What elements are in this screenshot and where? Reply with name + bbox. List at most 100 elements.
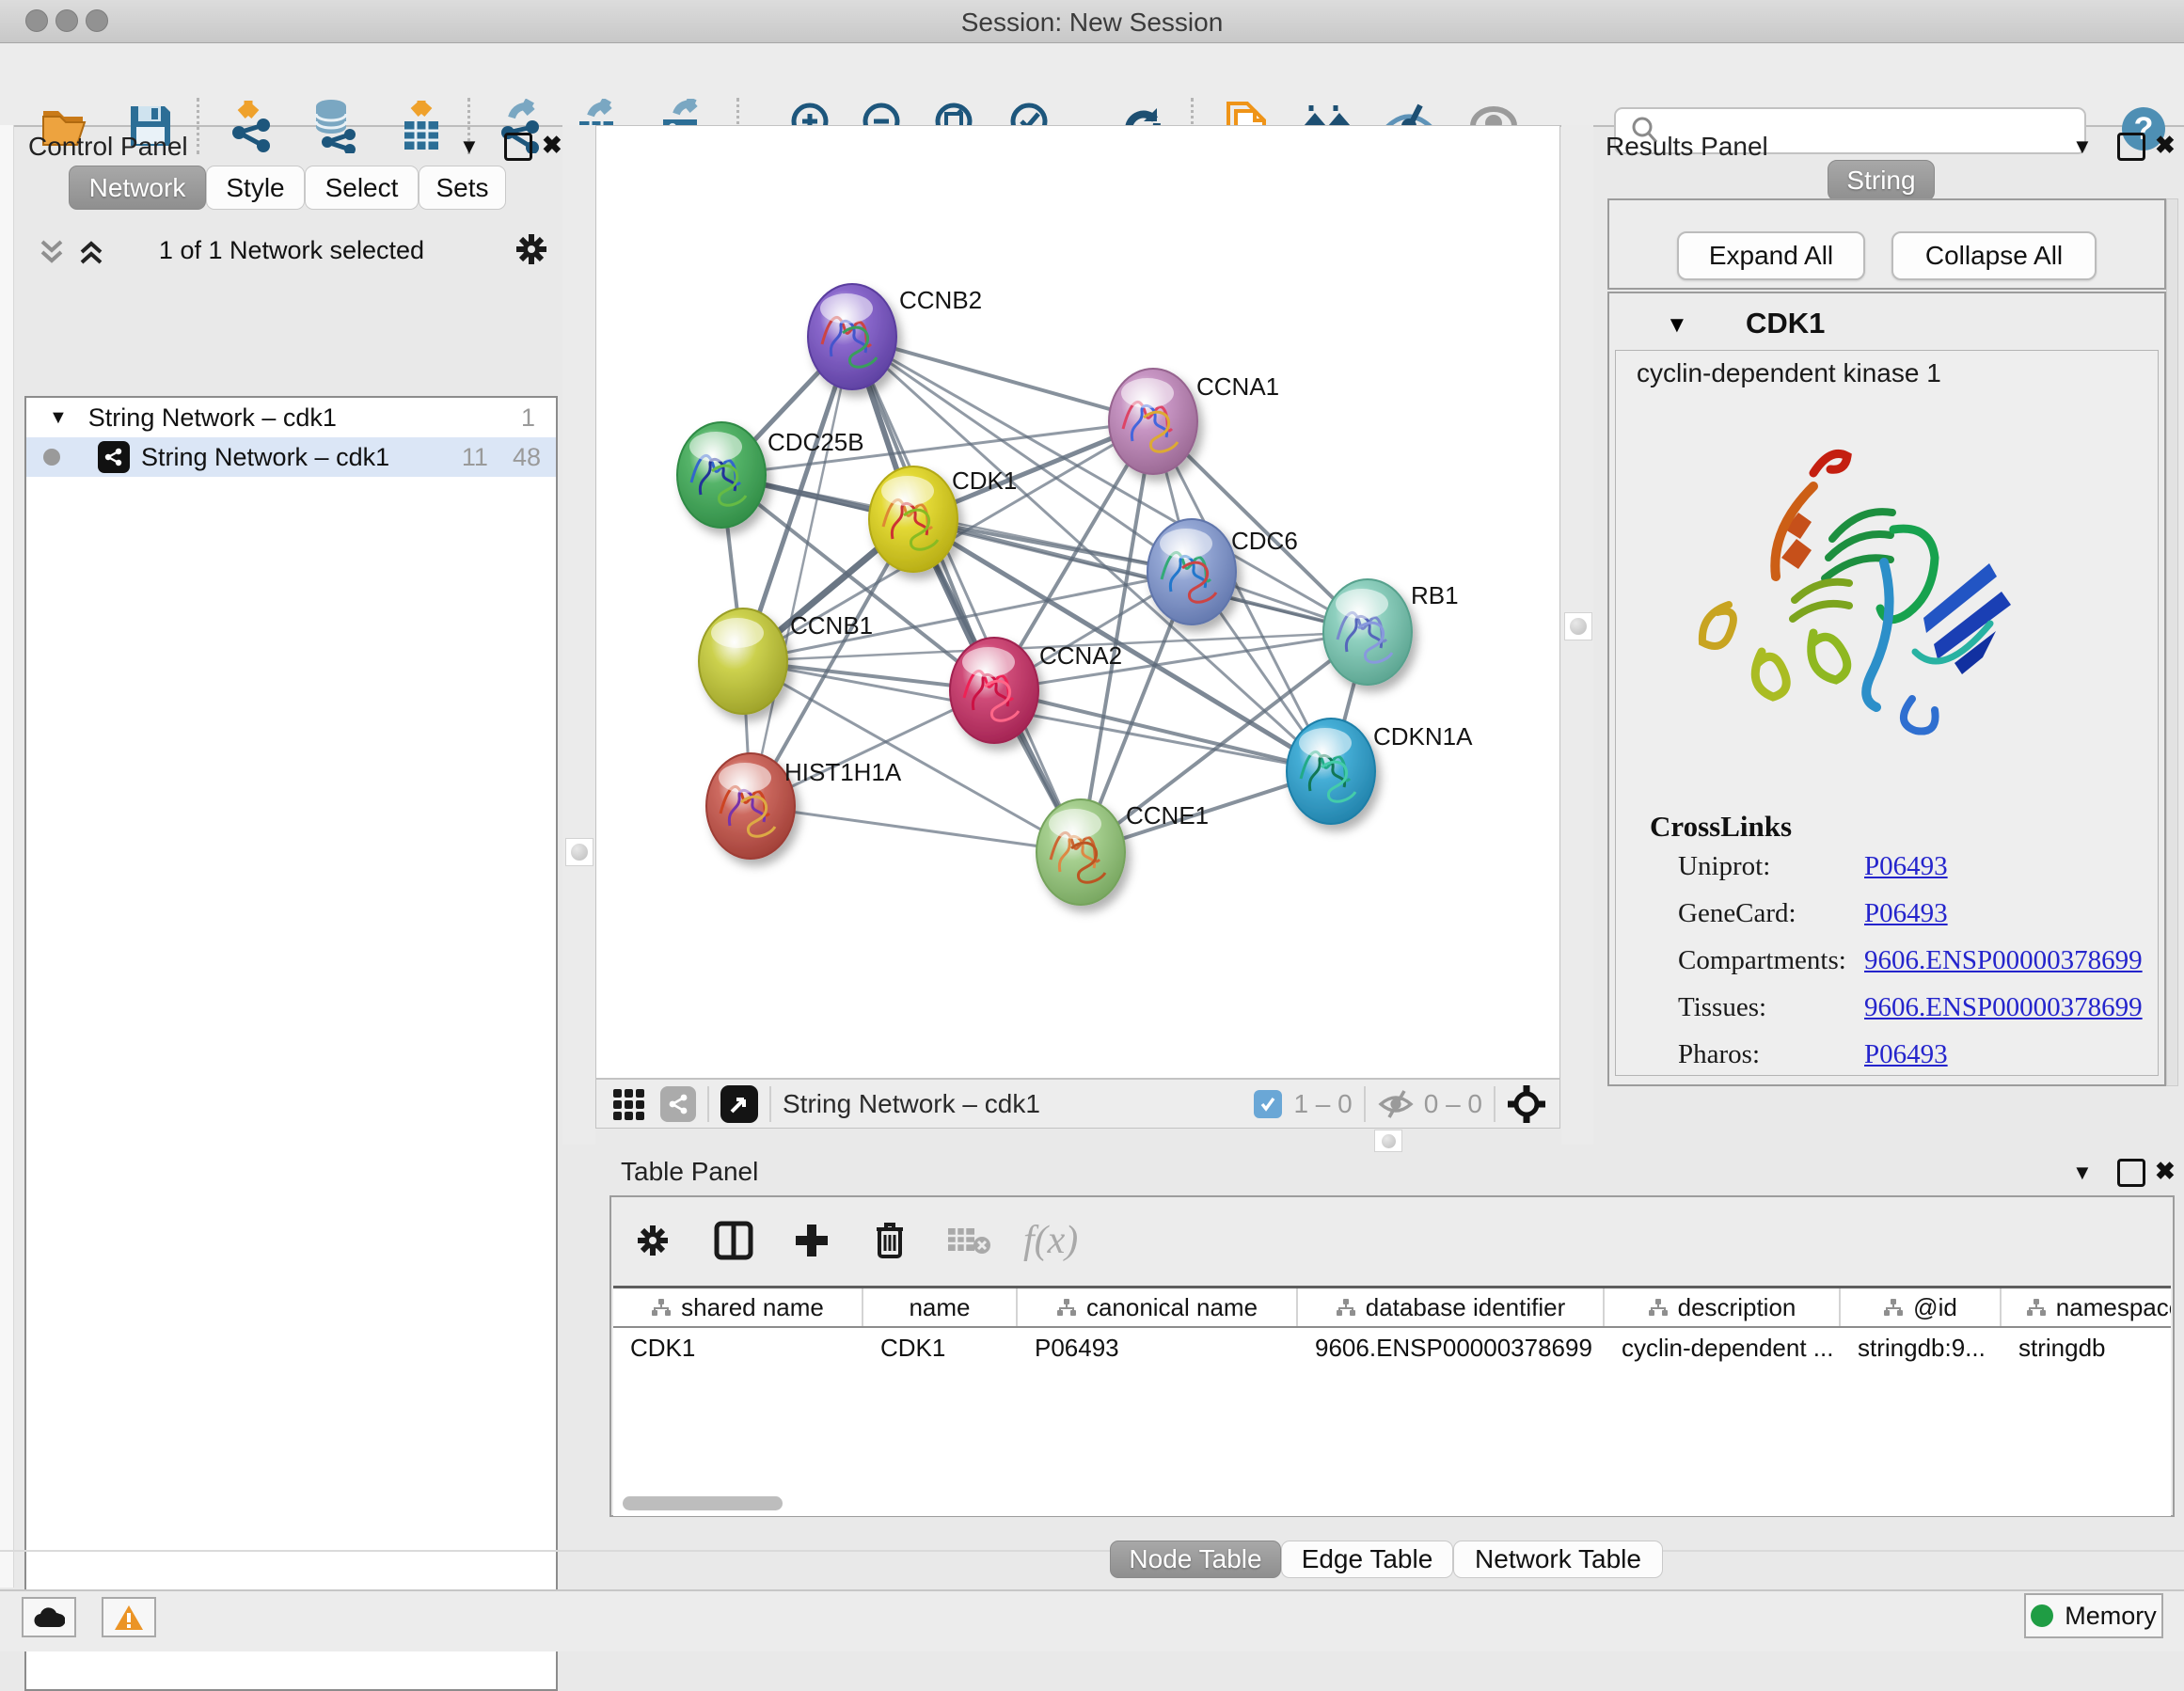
entry-collapse-icon[interactable]: ▼ — [1666, 312, 1688, 339]
table-panel-float-icon[interactable]: ▼ — [2072, 1161, 2093, 1185]
network-node-CDKN1A[interactable] — [1287, 719, 1375, 824]
network-view-title: String Network – cdk1 — [783, 1089, 1040, 1119]
network-node-CCNB2[interactable] — [808, 284, 896, 389]
left-splitter-handle[interactable] — [565, 838, 593, 866]
network-collection-count: 1 — [521, 403, 535, 433]
node-label-CDC25B: CDC25B — [768, 428, 864, 456]
results-panel-float-icon[interactable]: ▼ — [2072, 134, 2093, 159]
expand-all-icon[interactable] — [75, 236, 107, 268]
tab-sets[interactable]: Sets — [419, 166, 506, 210]
table-horizontal-scrollbar[interactable] — [623, 1496, 783, 1510]
column-header-namespace[interactable]: namespace — [2002, 1288, 2171, 1326]
crosslink-value-link[interactable]: 9606.ENSP00000378699 — [1864, 992, 2143, 1023]
table-cell[interactable]: CDK1 — [863, 1334, 1018, 1363]
crosslinks-title: CrossLinks — [1650, 810, 1792, 844]
network-edge-CCNA2-CDKN1A[interactable] — [994, 690, 1331, 771]
column-header-name[interactable]: name — [863, 1288, 1018, 1326]
collapse-all-icon[interactable] — [36, 236, 68, 268]
network-node-CDC25B[interactable] — [677, 422, 766, 528]
hidden-eye-icon[interactable] — [1377, 1088, 1415, 1120]
network-edge-HIST1H1A-CCNE1[interactable] — [751, 806, 1081, 852]
network-options-gear-icon[interactable] — [513, 230, 550, 268]
network-node-CDC6[interactable] — [1147, 519, 1236, 624]
network-collection-row[interactable]: ▼ String Network – cdk1 1 — [26, 398, 556, 437]
table-panel-maximize-icon[interactable] — [2117, 1159, 2145, 1187]
add-column-icon[interactable] — [792, 1221, 831, 1260]
network-edge-count: 48 — [513, 443, 541, 472]
network-node-HIST1H1A[interactable] — [706, 753, 795, 859]
column-header-id[interactable]: @id — [1841, 1288, 2002, 1326]
table-cell[interactable]: CDK1 — [613, 1334, 863, 1363]
crosslink-value-link[interactable]: P06493 — [1864, 1039, 1948, 1070]
network-edge-CCNB2-HIST1H1A[interactable] — [751, 337, 852, 806]
statusbar-separator — [1494, 1086, 1496, 1122]
right-splitter-handle[interactable] — [1564, 612, 1592, 640]
table-row[interactable]: CDK1CDK1P064939606.ENSP00000378699cyclin… — [613, 1328, 2171, 1367]
crosslink-label: GeneCard: — [1678, 898, 1864, 929]
table-cell[interactable]: cyclin-dependent ... — [1605, 1334, 1841, 1363]
control-panel-title: Control Panel — [28, 132, 188, 162]
tab-network-table[interactable]: Network Table — [1453, 1541, 1663, 1578]
entry-body: cyclin-dependent kinase 1 — [1615, 350, 2159, 1076]
results-scrollbar[interactable] — [2166, 198, 2178, 1086]
cloud-button[interactable] — [22, 1597, 76, 1637]
grid-view-icon[interactable] — [611, 1087, 647, 1121]
select-columns-icon[interactable] — [713, 1220, 754, 1261]
results-panel-close-icon[interactable]: ✖ — [2155, 131, 2176, 160]
network-node-CDK1[interactable] — [869, 466, 957, 572]
control-panel-float-icon[interactable]: ▼ — [459, 134, 480, 159]
string-network-graph[interactable]: CCNB2CCNA1CDC25BCDK1CDC6RB1CCNB1CCNA2CDK… — [596, 126, 1559, 1078]
share-view-icon[interactable] — [660, 1086, 696, 1122]
network-row-selected[interactable]: String Network – cdk1 11 48 — [26, 437, 556, 477]
results-panel-maximize-icon[interactable] — [2117, 133, 2145, 161]
network-canvas[interactable]: CCNB2CCNA1CDC25BCDK1CDC6RB1CCNB1CCNA2CDK… — [595, 125, 1560, 1079]
table-cell[interactable]: stringdb — [2002, 1334, 2171, 1363]
node-label-CDC6: CDC6 — [1231, 527, 1298, 555]
crosslink-value-link[interactable]: 9606.ENSP00000378699 — [1864, 945, 2143, 976]
collapse-all-button[interactable]: Collapse All — [1891, 231, 2097, 280]
tab-style[interactable]: Style — [206, 166, 305, 210]
crosslinks-list: Uniprot:P06493GeneCard:P06493Compartment… — [1678, 851, 2148, 1086]
column-header-canonicalname[interactable]: canonical name — [1018, 1288, 1298, 1326]
table-panel-close-icon[interactable]: ✖ — [2155, 1157, 2176, 1186]
crosslink-value-link[interactable]: P06493 — [1864, 898, 1948, 929]
network-node-CCNA2[interactable] — [950, 638, 1038, 743]
control-panel-close-icon[interactable]: ✖ — [542, 131, 562, 160]
column-header-databaseidentifier[interactable]: database identifier — [1298, 1288, 1605, 1326]
network-node-CCNE1[interactable] — [1037, 799, 1125, 905]
delete-column-icon[interactable] — [871, 1220, 909, 1261]
network-node-RB1[interactable] — [1323, 579, 1412, 685]
network-node-CCNB1[interactable] — [699, 608, 787, 714]
left-splitter[interactable] — [562, 125, 595, 1145]
tab-node-table[interactable]: Node Table — [1110, 1541, 1281, 1578]
table-cell[interactable]: P06493 — [1018, 1334, 1298, 1363]
network-collection-label: String Network – cdk1 — [88, 403, 337, 433]
tab-network[interactable]: Network — [69, 166, 206, 210]
status-bar — [0, 1589, 2184, 1651]
results-entry-box: ▼ CDK1 cyclin-dependent kinase 1 — [1607, 292, 2166, 1086]
column-header-sharedname[interactable]: shared name — [613, 1288, 863, 1326]
control-panel-maximize-icon[interactable] — [504, 133, 532, 161]
crosslink-row: Tissues:9606.ENSP00000378699 — [1678, 992, 2148, 1023]
function-builder-icon: f(x) — [1023, 1218, 1078, 1263]
crosslink-row: Uniprot:P06493 — [1678, 851, 2148, 882]
table-gear-icon[interactable] — [634, 1222, 672, 1259]
selected-checkbox-icon[interactable] — [1254, 1090, 1282, 1118]
crosslink-row: GeneCard:P06493 — [1678, 898, 2148, 929]
tree-expander-icon[interactable]: ▼ — [49, 407, 68, 429]
tab-edge-table[interactable]: Edge Table — [1281, 1541, 1453, 1578]
window-title: Session: New Session — [0, 8, 2184, 38]
expand-all-button[interactable]: Expand All — [1677, 231, 1865, 280]
tab-string[interactable]: String — [1828, 160, 1935, 201]
warning-button[interactable] — [102, 1597, 156, 1637]
crosslink-label: Tissues: — [1678, 992, 1864, 1023]
table-cell[interactable]: 9606.ENSP00000378699 — [1298, 1334, 1605, 1363]
fit-selected-crosshair-icon[interactable] — [1507, 1084, 1546, 1124]
memory-button[interactable]: Memory — [2024, 1593, 2163, 1638]
crosslink-value-link[interactable]: P06493 — [1864, 851, 1948, 882]
tab-select[interactable]: Select — [305, 166, 419, 210]
birdseye-view-icon[interactable] — [720, 1085, 758, 1123]
table-cell[interactable]: stringdb:9... — [1841, 1334, 2002, 1363]
network-node-CCNA1[interactable] — [1109, 369, 1197, 474]
column-header-description[interactable]: description — [1605, 1288, 1841, 1326]
